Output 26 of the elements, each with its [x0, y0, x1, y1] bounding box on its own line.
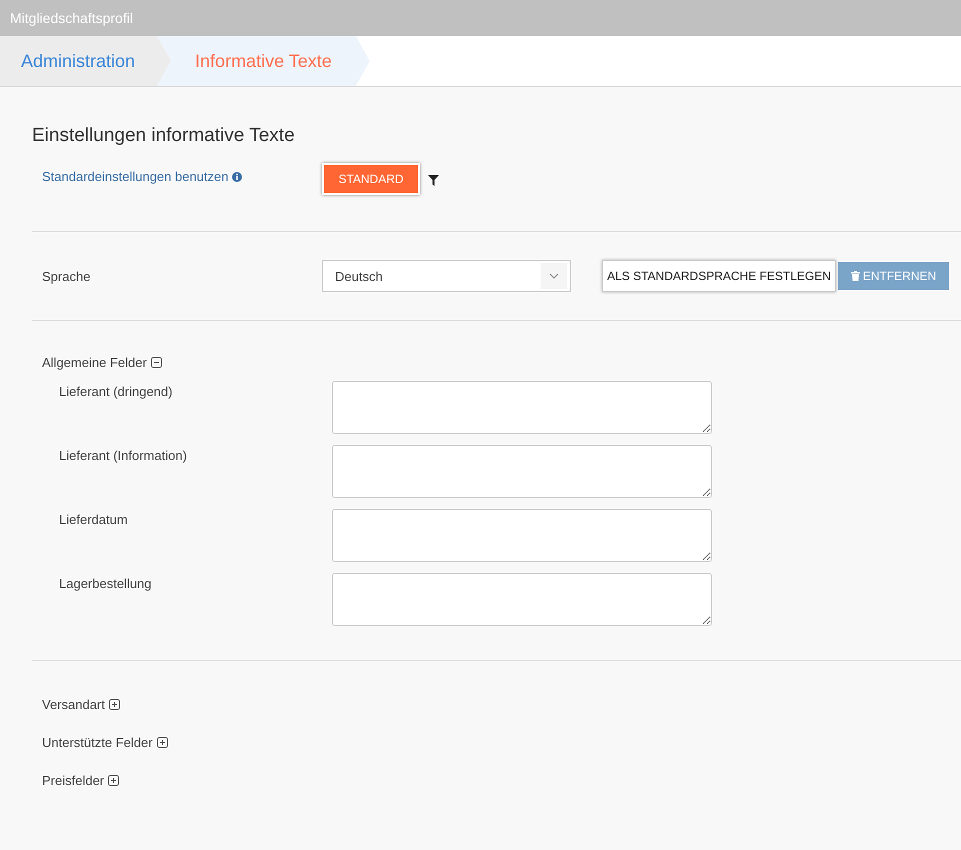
breadcrumb-item[interactable]: Informative Texte — [157, 36, 370, 86]
window-title: Mitgliedschaftsprofil — [10, 10, 133, 26]
setting-label: Standardeinstellungen benutzen — [42, 169, 228, 184]
field-label: Lagerbestellung — [59, 575, 153, 593]
standard-button[interactable]: STANDARD — [322, 163, 420, 195]
remove-button[interactable]: ENTFERNEN — [838, 262, 949, 290]
filter-icon[interactable] — [428, 175, 439, 186]
collapse-icon[interactable] — [150, 357, 162, 368]
breadcrumb-item[interactable]: Administration — [0, 36, 172, 86]
section-title: Allgemeine Felder — [42, 355, 147, 370]
expand-icon[interactable] — [108, 774, 120, 786]
section-title: Versandart — [42, 696, 105, 712]
section-title: Unterstützte Felder — [42, 734, 153, 750]
language-dropdown[interactable]: Deutsch — [322, 260, 571, 292]
trash-icon — [850, 271, 860, 281]
chevron-down-icon — [549, 273, 559, 279]
section-title: Preisfelder — [42, 772, 104, 788]
set-default-button[interactable]: ALS STANDARDSPRACHE FESTLEGEN — [602, 260, 836, 292]
field-label: Lieferant (Information) — [59, 447, 188, 465]
field-label: Lieferant (dringend) — [59, 383, 174, 401]
expand-icon[interactable] — [156, 736, 168, 748]
field-label: Lieferdatum — [59, 511, 129, 529]
field-label: Sprache — [42, 268, 90, 284]
info-icon — [232, 172, 242, 182]
section-heading: Einstellungen informative Texte — [32, 124, 296, 147]
expand-icon[interactable] — [108, 698, 120, 710]
